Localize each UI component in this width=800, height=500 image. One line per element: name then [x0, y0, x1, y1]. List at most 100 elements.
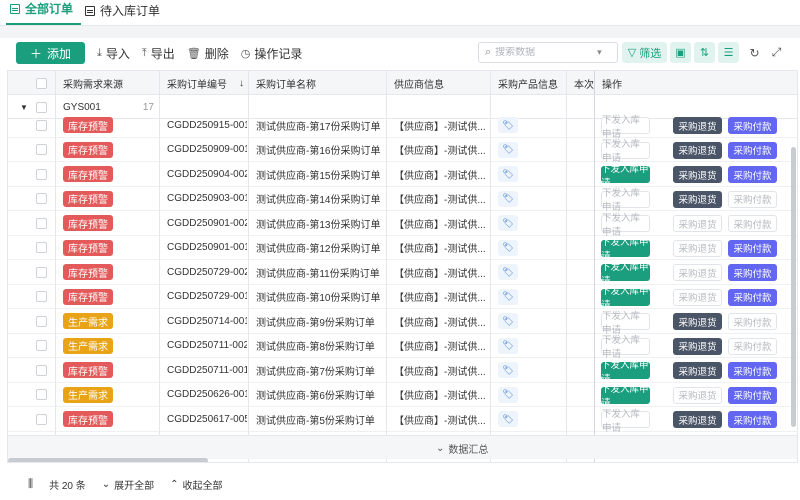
purchase-return-button[interactable]: 采购退货: [673, 288, 722, 306]
purchase-return-button[interactable]: 采购退货: [673, 386, 722, 404]
product-info-cell[interactable]: 🏷: [490, 285, 566, 310]
col-current[interactable]: 本次: [566, 71, 594, 95]
product-tag-icon[interactable]: 🏷: [498, 239, 518, 256]
purchase-return-button[interactable]: 采购退货: [673, 337, 722, 355]
add-button[interactable]: ＋ 添加: [16, 42, 86, 64]
tab-all-orders[interactable]: 全部订单: [6, 0, 82, 25]
col-supplier[interactable]: 供应商信息: [386, 71, 490, 95]
product-tag-icon[interactable]: 🏷: [498, 362, 518, 379]
product-tag-icon[interactable]: 🏷: [498, 337, 518, 354]
product-info-cell[interactable]: 🏷: [490, 211, 566, 236]
table-row[interactable]: 库存预警 CGDD250901-002 测试供应商-第13份采购订单 【供应商】-测试…: [8, 211, 797, 238]
purchase-return-button[interactable]: 采购退货: [673, 239, 722, 257]
product-info-cell[interactable]: 🏷: [490, 187, 566, 212]
inbound-request-button[interactable]: 下发入库申请: [601, 237, 650, 262]
horizontal-scrollbar[interactable]: [8, 458, 208, 462]
columns-icon[interactable]: ⫼: [28, 478, 33, 491]
purchase-payment-button[interactable]: 采购付款: [728, 239, 777, 257]
delete-button[interactable]: 🗑 删除: [187, 45, 229, 62]
purchase-payment-button[interactable]: 采购付款: [728, 264, 777, 281]
table-row[interactable]: 库存预警 CGDD250915-001 测试供应商-第17份采购订单 【供应商】-测试…: [8, 113, 797, 140]
row-checkbox[interactable]: [28, 211, 56, 236]
order-code[interactable]: CGDD250909-001: [159, 138, 247, 163]
product-tag-icon[interactable]: 🏷: [498, 411, 518, 428]
sort-arrow-icon[interactable]: ↓: [239, 78, 244, 89]
table-row[interactable]: 库存预警 CGDD250903-001 测试供应商-第14份采购订单 【供应商】-测试…: [8, 187, 797, 213]
order-code[interactable]: CGDD250711-002: [159, 334, 247, 359]
order-code[interactable]: CGDD250901-001: [159, 236, 247, 261]
order-code[interactable]: CGDD250904-002: [159, 162, 247, 187]
table-row[interactable]: 生产需求 CGDD250626-001 测试供应商-第6份采购订单 【供应商】-测试供…: [8, 383, 797, 409]
product-info-cell[interactable]: 🏷: [490, 358, 566, 383]
product-tag-icon[interactable]: 🏷: [498, 190, 518, 207]
vertical-scrollbar[interactable]: [791, 147, 796, 427]
inbound-request-button[interactable]: 下发入库申请: [601, 115, 650, 140]
row-checkbox[interactable]: [28, 334, 56, 359]
row-checkbox[interactable]: [28, 358, 56, 383]
product-info-cell[interactable]: 🏷: [490, 383, 566, 408]
inbound-request-button[interactable]: 下发入库申请: [601, 164, 650, 189]
table-row[interactable]: 库存预警 CGDD250729-002 测试供应商-第11份采购订单 【供应商】-测试…: [8, 260, 797, 287]
order-code[interactable]: CGDD250714-001: [159, 309, 247, 334]
product-info-cell[interactable]: 🏷: [490, 407, 566, 432]
col-product[interactable]: 采购产品信息: [490, 71, 566, 95]
inbound-request-button[interactable]: 下发入库申请: [601, 213, 650, 238]
purchase-payment-button[interactable]: 采购付款: [728, 411, 777, 428]
row-checkbox[interactable]: [28, 383, 56, 408]
search-input[interactable]: [495, 47, 594, 58]
purchase-payment-button[interactable]: 采购付款: [728, 117, 777, 134]
purchase-return-button[interactable]: 采购退货: [673, 117, 722, 134]
purchase-payment-button[interactable]: 采购付款: [728, 386, 777, 404]
purchase-return-button[interactable]: 采购退货: [673, 190, 722, 208]
filter-button[interactable]: ▽ 筛选: [622, 42, 667, 63]
fullscreen-icon[interactable]: ⤢: [766, 42, 787, 63]
view-card-icon[interactable]: ▣: [670, 42, 691, 63]
sort-icon[interactable]: ⇅: [694, 42, 715, 63]
inbound-request-button[interactable]: 下发入库申请: [601, 139, 650, 164]
table-row[interactable]: 生产需求 CGDD250711-002 测试供应商-第8份采购订单 【供应商】-测试供…: [8, 334, 797, 360]
import-button[interactable]: ⤓ 导入: [97, 45, 130, 62]
product-info-cell[interactable]: 🏷: [490, 334, 566, 359]
row-checkbox[interactable]: [28, 285, 56, 310]
purchase-payment-button[interactable]: 采购付款: [728, 215, 777, 232]
purchase-payment-button[interactable]: 采购付款: [728, 337, 777, 355]
order-code[interactable]: CGDD250729-002: [159, 260, 247, 285]
product-tag-icon[interactable]: 🏷: [498, 288, 518, 305]
product-info-cell[interactable]: 🏷: [490, 138, 566, 163]
row-checkbox[interactable]: [28, 162, 56, 187]
order-code[interactable]: CGDD250903-001: [159, 187, 247, 212]
operation-log-button[interactable]: ◷ 操作记录: [241, 45, 303, 62]
product-info-cell[interactable]: 🏷: [490, 236, 566, 261]
export-button[interactable]: ⤒ 导出: [142, 45, 175, 62]
row-checkbox[interactable]: [28, 236, 56, 261]
purchase-return-button[interactable]: 采购退货: [673, 215, 722, 232]
col-name[interactable]: 采购订单名称: [248, 71, 386, 95]
collapse-all-button[interactable]: ⌃ 收起全部: [170, 477, 222, 492]
purchase-payment-button[interactable]: 采购付款: [728, 288, 777, 306]
col-source[interactable]: 采购需求来源: [55, 71, 159, 95]
product-info-cell[interactable]: 🏷: [490, 309, 566, 334]
table-row[interactable]: 库存预警 CGDD250711-001 测试供应商-第7份采购订单 【供应商】-测试供…: [8, 358, 797, 385]
col-code[interactable]: 采购订单编号 ↓: [159, 71, 247, 95]
inbound-request-button[interactable]: 下发入库申请: [601, 409, 650, 434]
product-tag-icon[interactable]: 🏷: [498, 117, 518, 134]
row-checkbox[interactable]: [28, 407, 56, 432]
product-tag-icon[interactable]: 🏷: [498, 166, 518, 183]
row-checkbox[interactable]: [28, 187, 56, 212]
product-tag-icon[interactable]: 🏷: [498, 215, 518, 232]
group-icon[interactable]: ☰: [718, 42, 739, 63]
product-tag-icon[interactable]: 🏷: [498, 264, 518, 281]
refresh-icon[interactable]: ↻: [744, 42, 765, 63]
purchase-payment-button[interactable]: 采购付款: [728, 190, 777, 208]
tab-pending-inbound[interactable]: 待入库订单: [81, 2, 168, 25]
product-info-cell[interactable]: 🏷: [490, 260, 566, 285]
inbound-request-button[interactable]: 下发入库申请: [601, 311, 650, 336]
table-row[interactable]: 库存预警 CGDD250904-002 测试供应商-第15份采购订单 【供应商】-测试…: [8, 162, 797, 189]
inbound-request-button[interactable]: 下发入库申请: [601, 384, 650, 409]
product-tag-icon[interactable]: 🏷: [498, 386, 518, 403]
order-code[interactable]: CGDD250729-001: [159, 285, 247, 310]
table-row[interactable]: 库存预警 CGDD250901-001 测试供应商-第12份采购订单 【供应商】-测试…: [8, 236, 797, 262]
table-row[interactable]: 库存预警 CGDD250729-001 测试供应商-第10份采购订单 【供应商】-测试…: [8, 285, 797, 311]
inbound-request-button[interactable]: 下发入库申请: [601, 335, 650, 360]
search-box[interactable]: ⌕ ▾: [478, 42, 618, 63]
